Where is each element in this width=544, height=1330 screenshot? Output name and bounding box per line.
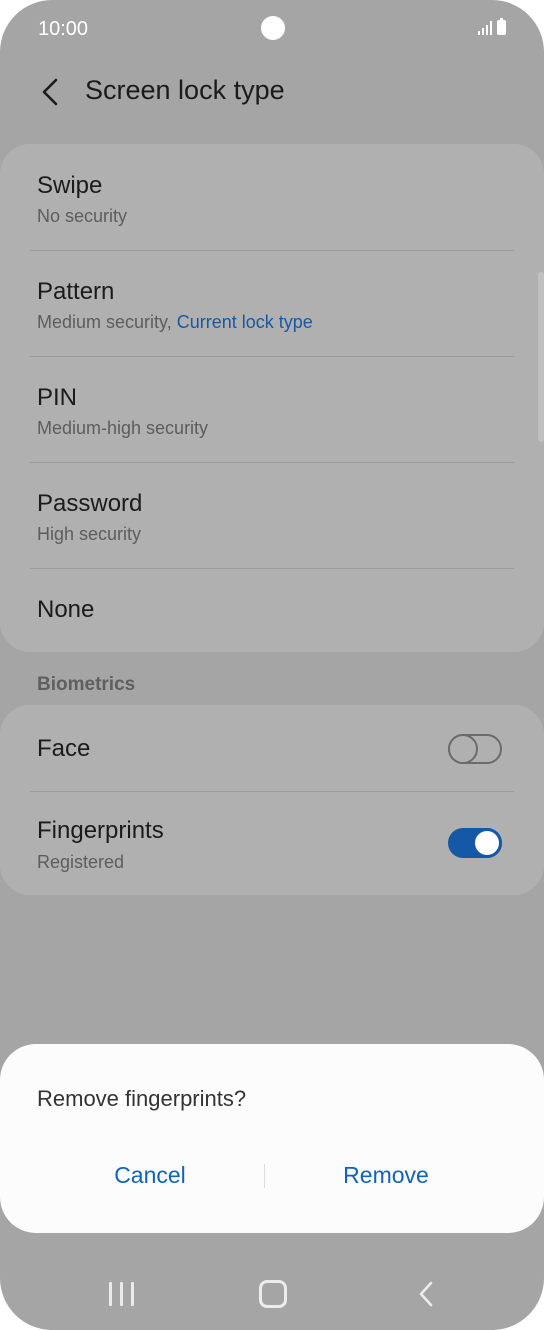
back-button[interactable] xyxy=(30,72,70,112)
remove-fingerprints-dialog: Remove fingerprints? Cancel Remove xyxy=(0,1044,544,1233)
battery-icon xyxy=(497,18,506,35)
list-item-sub: No security xyxy=(37,206,128,226)
dialog-button-divider xyxy=(264,1164,265,1188)
toggle-knob xyxy=(472,828,502,858)
lock-type-swipe[interactable]: Swipe No security xyxy=(30,144,514,250)
security-level: Medium security, xyxy=(37,312,172,332)
toggle-knob xyxy=(448,734,478,764)
biometric-fingerprints[interactable]: Fingerprints Registered xyxy=(30,791,514,895)
home-button[interactable] xyxy=(253,1274,293,1314)
list-item-label: Swipe xyxy=(37,172,103,199)
list-item-label: PIN xyxy=(37,384,78,411)
nav-back-button[interactable] xyxy=(406,1274,446,1314)
list-item-sub: High security xyxy=(37,524,142,544)
chevron-left-icon xyxy=(419,1281,433,1307)
lock-type-list: Swipe No security Pattern Medium securit… xyxy=(0,144,544,652)
list-item-label: None xyxy=(37,596,95,623)
face-toggle[interactable] xyxy=(448,734,502,764)
list-item-label: Pattern xyxy=(37,278,115,305)
chevron-left-icon xyxy=(42,78,58,106)
recents-icon xyxy=(108,1282,134,1306)
phone-screen: 10:00 Screen lock type Swipe No security… xyxy=(0,0,544,1330)
list-item-sub: Registered xyxy=(37,852,125,872)
page-title: Screen lock type xyxy=(85,75,285,105)
remove-button[interactable]: Remove xyxy=(286,1162,486,1189)
scrollbar[interactable] xyxy=(538,272,544,442)
status-icons xyxy=(478,18,506,35)
app-bar: Screen lock type xyxy=(0,62,544,122)
lock-type-none[interactable]: None xyxy=(30,568,514,652)
status-time: 10:00 xyxy=(38,18,89,40)
camera-cutout xyxy=(261,16,285,40)
lock-type-pin[interactable]: PIN Medium-high security xyxy=(30,356,514,462)
current-lock-type-badge: Current lock type xyxy=(176,312,313,332)
biometric-face[interactable]: Face xyxy=(30,705,514,791)
home-icon xyxy=(259,1280,287,1308)
list-item-sub: Medium security, Current lock type xyxy=(37,312,313,333)
biometrics-list: Face Fingerprints Registered xyxy=(0,705,544,895)
lock-type-pattern[interactable]: Pattern Medium security, Current lock ty… xyxy=(30,250,514,356)
recents-button[interactable] xyxy=(101,1274,141,1314)
dialog-message: Remove fingerprints? xyxy=(37,1086,247,1111)
list-item-label: Password xyxy=(37,490,143,517)
cancel-button[interactable]: Cancel xyxy=(50,1162,250,1189)
list-item-sub: Medium-high security xyxy=(37,418,209,438)
fingerprints-toggle[interactable] xyxy=(448,828,502,858)
list-item-label: Face xyxy=(37,735,91,762)
lock-type-password[interactable]: Password High security xyxy=(30,462,514,568)
status-bar: 10:00 xyxy=(0,0,544,58)
signal-icon xyxy=(478,21,492,35)
navigation-bar xyxy=(0,1262,544,1328)
list-item-label: Fingerprints xyxy=(37,817,164,844)
section-header-biometrics: Biometrics xyxy=(37,674,136,695)
